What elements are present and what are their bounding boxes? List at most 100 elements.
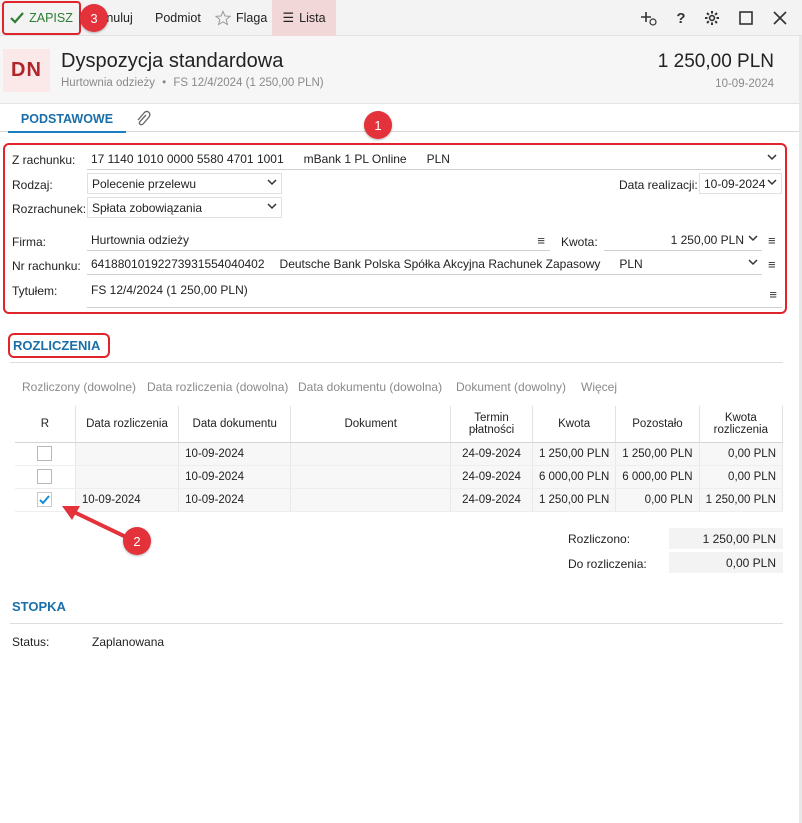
settlements-table: R Data rozliczenia Data dokumentu Dokume… (15, 406, 784, 512)
account-bank: mBank 1 PL Online (303, 152, 407, 166)
contractor-label: Podmiot (155, 11, 201, 25)
settled-checkbox[interactable] (37, 446, 53, 461)
account-label: Z rachunku: (12, 153, 76, 167)
table-row[interactable]: 10-09-2024 24-09-2024 6 000,00 PLN 6 000… (15, 465, 784, 489)
hamburger-icon: ☰ (282, 10, 295, 25)
flag-button[interactable]: Flaga (215, 0, 267, 36)
company-label: Firma: (12, 235, 46, 249)
execution-date-value: 10-09-2024 (704, 176, 766, 191)
title-menu-icon[interactable]: ≡ (769, 287, 777, 302)
cell-remaining: 1 250,00 PLN (615, 442, 700, 466)
cell-settlement-date (75, 442, 180, 466)
amount-field[interactable]: 1 250,00 PLN (604, 230, 762, 251)
account-number-field[interactable]: 64188010192273931554040402 Deutsche Bank… (87, 254, 762, 275)
column-header-document-date[interactable]: Data dokumentu (178, 406, 292, 443)
close-icon[interactable] (771, 9, 789, 27)
toolbar: ZAPISZ Anuluj Podmiot Flaga ☰ Lista ? (0, 0, 802, 36)
header-date: 10-09-2024 (715, 78, 774, 90)
company-field[interactable]: Hurtownia odzieży ≡ (87, 230, 550, 251)
amount-label: Kwota: (561, 235, 598, 249)
column-header-due-date[interactable]: Termin płatności (450, 406, 533, 443)
footer-divider (10, 623, 783, 624)
subtitle-separator: • (162, 77, 167, 89)
settlements-divider (10, 362, 783, 363)
account-number-currency: PLN (619, 257, 643, 271)
account-number-label: Nr rachunku: (12, 259, 81, 273)
type-select[interactable]: Polecenie przelewu (87, 173, 282, 194)
column-header-r[interactable]: R (15, 406, 76, 443)
title-value: FS 12/4/2024 (1 250,00 PLN) (91, 283, 248, 297)
filter-settlement-date[interactable]: Data rozliczenia (dowolna) (147, 380, 288, 394)
amount-menu-icon[interactable]: ≡ (768, 233, 776, 248)
column-header-amount[interactable]: Kwota (532, 406, 617, 443)
column-header-settle-amount[interactable]: Kwota rozliczenia (699, 406, 784, 443)
chevron-down-icon (748, 234, 758, 245)
settlement-value: Spłata zobowiązania (92, 200, 203, 215)
account-select[interactable]: 17 1140 1010 0000 5580 4701 1001 mBank 1… (87, 149, 781, 170)
account-currency: PLN (426, 152, 450, 166)
status-value: Zaplanowana (92, 635, 165, 649)
document-header: DN Dyspozycja standardowa Hurtownia odzi… (0, 36, 802, 104)
column-header-remaining[interactable]: Pozostało (615, 406, 700, 443)
page-subtitle: Hurtownia odzieży • FS 12/4/2024 (1 250,… (61, 77, 324, 89)
star-icon (215, 10, 231, 26)
cell-settle-amount[interactable]: 1 250,00 PLN (699, 488, 784, 512)
chevron-down-icon (767, 153, 777, 164)
gear-icon[interactable] (703, 9, 721, 27)
account-number-menu-icon[interactable]: ≡ (768, 257, 776, 272)
title-textarea[interactable]: FS 12/4/2024 (1 250,00 PLN) ≡ (87, 279, 782, 308)
settled-checkbox-checked[interactable] (37, 492, 53, 507)
cell-amount: 1 250,00 PLN (532, 488, 617, 512)
to-settle-value: 0,00 PLN (669, 552, 783, 573)
maximize-icon[interactable] (737, 9, 755, 27)
paperclip-icon[interactable] (135, 110, 151, 131)
filter-settled[interactable]: Rozliczony (dowolne) (22, 380, 136, 394)
tab-basic[interactable]: PODSTAWOWE (8, 107, 126, 133)
company-value: Hurtownia odzieży (91, 233, 190, 247)
execution-date-label: Data realizacji: (619, 178, 698, 192)
document-type-badge: DN (3, 49, 50, 92)
cell-document (290, 465, 452, 489)
execution-date-picker[interactable]: 10-09-2024 (699, 173, 782, 194)
help-icon[interactable]: ? (672, 9, 690, 27)
annotation-badge-2: 2 (123, 527, 151, 555)
settled-checkbox[interactable] (37, 469, 53, 484)
cell-settle-amount[interactable]: 0,00 PLN (699, 442, 784, 466)
to-settle-label: Do rozliczenia: (568, 557, 647, 571)
table-row[interactable]: 10-09-2024 24-09-2024 1 250,00 PLN 1 250… (15, 442, 784, 466)
list-button[interactable]: ☰ Lista (272, 0, 336, 36)
save-button[interactable]: ZAPISZ (2, 1, 81, 35)
cell-settlement-date (75, 465, 180, 489)
footer-section-title: STOPKA (12, 599, 66, 614)
settled-value: 1 250,00 PLN (669, 528, 783, 549)
settled-label: Rozliczono: (568, 532, 631, 546)
cell-due-date: 24-09-2024 (450, 488, 533, 512)
cell-document-date: 10-09-2024 (178, 442, 292, 466)
cell-remaining: 6 000,00 PLN (615, 465, 700, 489)
cell-due-date: 24-09-2024 (450, 465, 533, 489)
settled-checkbox-cell (15, 465, 76, 489)
cell-document-date: 10-09-2024 (178, 465, 292, 489)
cell-document (290, 488, 452, 512)
column-header-settlement-date[interactable]: Data rozliczenia (75, 406, 180, 443)
filter-document[interactable]: Dokument (dowolny) (456, 380, 566, 394)
settlement-select[interactable]: Spłata zobowiązania (87, 197, 282, 218)
list-picker-icon[interactable]: ≡ (537, 233, 545, 248)
add-related-icon[interactable] (640, 9, 658, 27)
subtitle-company: Hurtownia odzieży (61, 77, 155, 89)
settled-checkbox-cell (15, 442, 76, 466)
chevron-down-icon (767, 178, 777, 189)
page-title: Dyspozycja standardowa (61, 50, 284, 72)
filter-more[interactable]: Więcej (581, 380, 617, 394)
header-amount: 1 250,00 PLN (657, 51, 774, 72)
cell-settle-amount[interactable]: 0,00 PLN (699, 465, 784, 489)
annotation-badge-1: 1 (364, 111, 392, 139)
title-label: Tytułem: (12, 284, 58, 298)
cell-due-date: 24-09-2024 (450, 442, 533, 466)
filter-document-date[interactable]: Data dokumentu (dowolna) (298, 380, 442, 394)
contractor-button[interactable]: Podmiot (155, 0, 201, 36)
chevron-down-icon (267, 178, 277, 189)
amount-value: 1 250,00 PLN (670, 233, 744, 247)
column-header-document[interactable]: Dokument (290, 406, 452, 443)
list-label: Lista (299, 11, 326, 25)
